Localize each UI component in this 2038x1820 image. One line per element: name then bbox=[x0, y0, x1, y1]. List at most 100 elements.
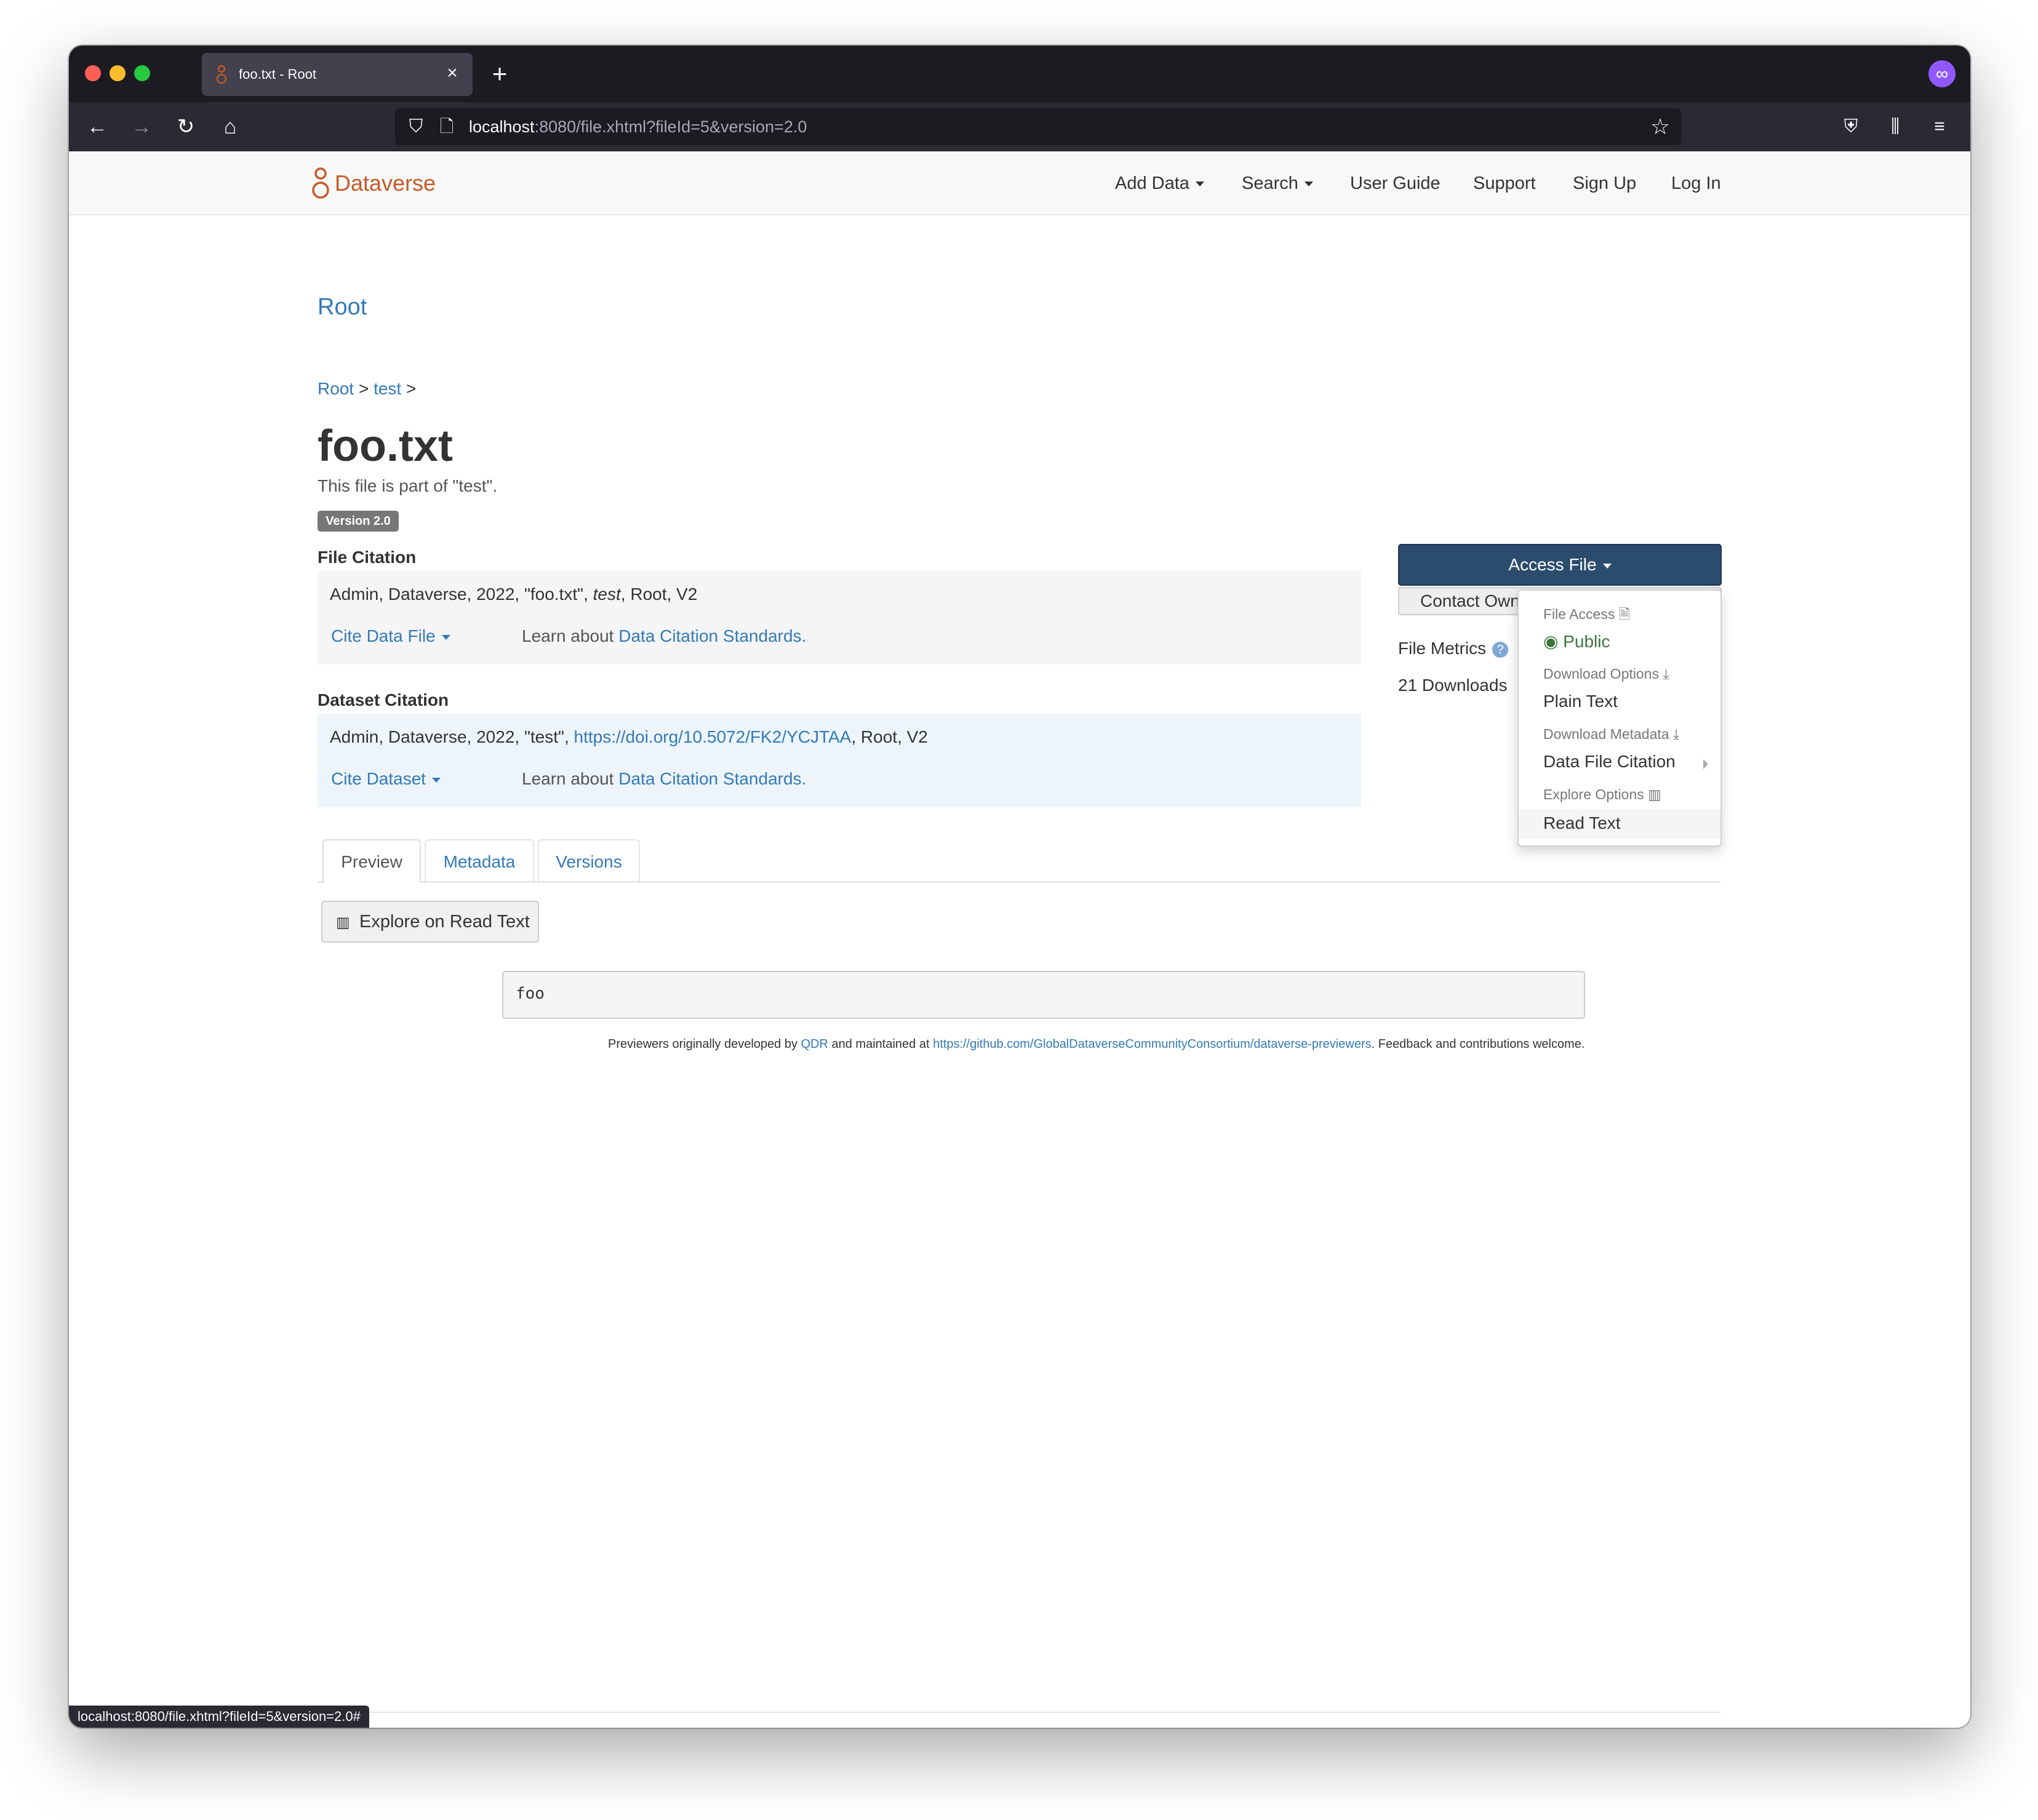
cite-dataset-button[interactable]: Cite Dataset bbox=[331, 769, 441, 789]
file-preview-content: foo bbox=[516, 984, 545, 1003]
brand-name: Dataverse bbox=[335, 170, 436, 196]
download-icon: ⤓ bbox=[1672, 726, 1680, 742]
tab-close-icon[interactable]: × bbox=[442, 63, 463, 84]
access-file-label: Access File bbox=[1508, 555, 1597, 574]
download-options-header: Download Options ⤓ bbox=[1543, 666, 1669, 682]
dataset-citation-text: Admin, Dataverse, 2022, "test", https://… bbox=[330, 727, 928, 747]
credit-text: . Feedback and contributions welcome. bbox=[1371, 1037, 1585, 1051]
breadcrumb-root-link[interactable]: Root bbox=[318, 379, 354, 398]
extension-icon[interactable]: ∞ bbox=[1928, 60, 1956, 87]
data-citation-standards-link[interactable]: Data Citation Standards. bbox=[618, 626, 806, 645]
access-file-button[interactable]: Access File bbox=[1398, 544, 1722, 586]
file-metrics-label: File Metrics bbox=[1398, 639, 1487, 658]
file-metrics-heading: File Metrics? bbox=[1398, 639, 1509, 658]
download-icon: ⤓ bbox=[1663, 666, 1669, 682]
hamburger-menu-icon[interactable]: ≡ bbox=[1926, 113, 1953, 140]
caret-down-icon bbox=[1304, 182, 1313, 187]
close-window-button[interactable] bbox=[85, 65, 101, 81]
caret-down-icon bbox=[1602, 563, 1612, 569]
url-text[interactable]: localhost:8080/file.xhtml?fileId=5&versi… bbox=[469, 116, 807, 138]
new-tab-button[interactable]: + bbox=[487, 61, 512, 87]
breadcrumb: Root > test > bbox=[318, 379, 416, 399]
tab-metadata[interactable]: Metadata bbox=[425, 839, 534, 884]
file-citation-heading: File Citation bbox=[318, 548, 417, 567]
search-label: Search bbox=[1242, 174, 1298, 193]
access-file-dropdown: File Access 🗎 ◉ Public Download Options … bbox=[1517, 589, 1722, 847]
file-citation-part: , Root, V2 bbox=[620, 585, 698, 604]
download-metadata-label: Download Metadata bbox=[1543, 726, 1669, 742]
file-citation-dataset-italic: test bbox=[593, 585, 621, 604]
data-file-citation-item[interactable]: Data File Citation bbox=[1543, 752, 1676, 772]
shield-icon[interactable]: ⛉ bbox=[405, 116, 427, 138]
caret-down-icon bbox=[1195, 182, 1204, 187]
bar-chart-icon: ▥ bbox=[336, 914, 350, 931]
explore-on-read-text-button[interactable]: ▥ Explore on Read Text bbox=[321, 901, 539, 943]
dataverse-navbar: Dataverse Add Data Search User Guide Sup… bbox=[69, 151, 1970, 215]
version-badge: Version 2.0 bbox=[318, 511, 399, 532]
back-arrow-icon[interactable]: ← bbox=[84, 113, 111, 140]
user-guide-link[interactable]: User Guide bbox=[1350, 170, 1441, 197]
learn-about-text: Learn about Data Citation Standards. bbox=[522, 626, 806, 646]
page-icon[interactable]: 🗋 bbox=[436, 116, 458, 138]
breadcrumb-test-link[interactable]: test bbox=[374, 379, 401, 398]
downloads-count: 21 Downloads bbox=[1398, 676, 1508, 695]
address-bar[interactable]: ⛉ 🗋 localhost:8080/file.xhtml?fileId=5&v… bbox=[395, 108, 1681, 145]
credit-text: and maintained at bbox=[828, 1037, 933, 1051]
dataverse-name-link[interactable]: Root bbox=[318, 294, 367, 321]
previewers-credit: Previewers originally developed by QDR a… bbox=[608, 1037, 1584, 1052]
add-data-label: Add Data bbox=[1115, 174, 1189, 193]
page-content: Dataverse Add Data Search User Guide Sup… bbox=[69, 151, 1970, 1728]
log-in-link[interactable]: Log In bbox=[1671, 170, 1721, 197]
forward-arrow-icon[interactable]: → bbox=[128, 113, 155, 140]
dataset-citation-heading: Dataset Citation bbox=[318, 690, 449, 709]
file-icon: 🗎 bbox=[1618, 606, 1631, 622]
file-citation-text: Admin, Dataverse, 2022, "foo.txt", test,… bbox=[330, 585, 697, 604]
tab-title: foo.txt - Root bbox=[239, 66, 316, 82]
dataverse-brand[interactable]: Dataverse bbox=[311, 165, 436, 202]
question-circle-icon[interactable]: ? bbox=[1492, 641, 1509, 658]
sign-up-link[interactable]: Sign Up bbox=[1573, 170, 1636, 197]
cite-data-file-label: Cite Data File bbox=[331, 626, 436, 645]
caret-down-icon bbox=[432, 777, 441, 783]
url-host: localhost bbox=[469, 118, 535, 136]
credit-text: Previewers originally developed by bbox=[608, 1037, 801, 1051]
support-link[interactable]: Support bbox=[1473, 170, 1536, 197]
search-menu[interactable]: Search bbox=[1242, 170, 1313, 197]
previewers-repo-link[interactable]: https://github.com/GlobalDataverseCommun… bbox=[933, 1037, 1372, 1051]
cite-dataset-label: Cite Dataset bbox=[331, 769, 426, 788]
learn-prefix: Learn about bbox=[522, 626, 614, 645]
library-icon[interactable]: ⫼ bbox=[1882, 113, 1909, 140]
minimize-window-button[interactable] bbox=[110, 65, 126, 81]
reload-icon[interactable]: ↻ bbox=[172, 113, 199, 140]
tab-strip: foo.txt - Root × + ∞ bbox=[69, 46, 1970, 102]
bookmark-star-icon[interactable]: ☆ bbox=[1648, 114, 1672, 139]
dataset-citation-part: Admin, Dataverse, 2022, "test", bbox=[330, 727, 574, 746]
zoom-window-button[interactable] bbox=[134, 65, 150, 81]
learn-prefix: Learn about bbox=[522, 769, 614, 788]
home-icon[interactable]: ⌂ bbox=[217, 113, 244, 140]
plain-text-item[interactable]: Plain Text bbox=[1543, 692, 1618, 711]
tab-versions[interactable]: Versions bbox=[538, 839, 640, 884]
learn-about-text: Learn about Data Citation Standards. bbox=[522, 769, 806, 789]
add-data-menu[interactable]: Add Data bbox=[1115, 170, 1204, 197]
page-title: foo.txt bbox=[318, 421, 453, 471]
public-label: Public bbox=[1563, 632, 1610, 651]
browser-tab-active[interactable]: foo.txt - Root × bbox=[202, 53, 473, 96]
dataset-citation-part: , Root, V2 bbox=[851, 727, 928, 746]
caret-down-icon bbox=[441, 634, 450, 640]
tab-preview[interactable]: Preview bbox=[322, 839, 421, 884]
bar-chart-icon: ▥ bbox=[1648, 786, 1661, 802]
status-bar-url: localhost:8080/file.xhtml?fileId=5&versi… bbox=[69, 1706, 369, 1728]
read-text-item[interactable]: Read Text bbox=[1543, 813, 1621, 833]
pocket-icon[interactable]: ⛨ bbox=[1837, 113, 1864, 140]
browser-window: foo.txt - Root × + ∞ ← → ↻ ⌂ ⛉ 🗋 localho… bbox=[69, 46, 1970, 1728]
explore-options-label: Explore Options bbox=[1543, 786, 1644, 802]
dataverse-favicon-icon bbox=[216, 65, 227, 84]
public-access-item: ◉ Public bbox=[1543, 631, 1610, 652]
download-metadata-header: Download Metadata ⤓ bbox=[1543, 726, 1679, 743]
dataset-doi-link[interactable]: https://doi.org/10.5072/FK2/YCJTAA bbox=[574, 727, 852, 746]
data-citation-standards-link[interactable]: Data Citation Standards. bbox=[618, 769, 806, 788]
cite-data-file-button[interactable]: Cite Data File bbox=[331, 626, 450, 646]
qdr-link[interactable]: QDR bbox=[801, 1037, 828, 1051]
footer-divider bbox=[318, 1712, 1720, 1713]
